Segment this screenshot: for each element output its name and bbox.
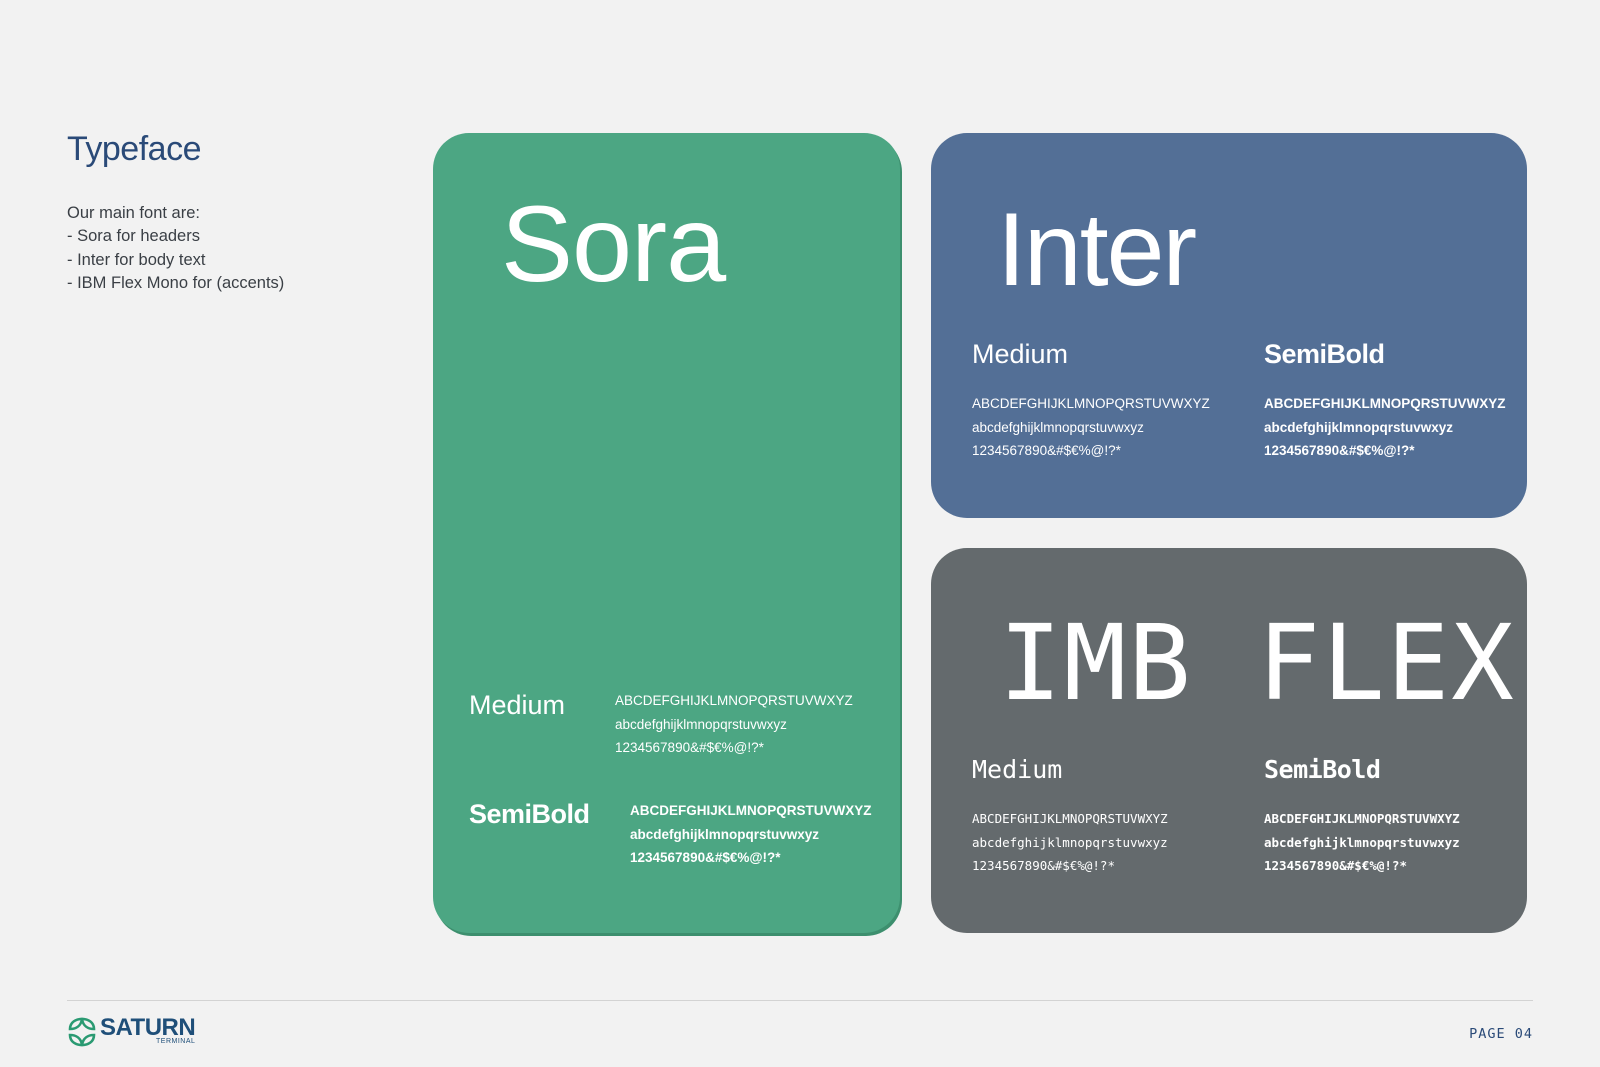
page-number: PAGE 04 [1469, 1026, 1533, 1042]
sora-medium-charset: ABCDEFGHIJKLMNOPQRSTUVWXYZ abcdefghijklm… [615, 689, 853, 760]
inter-semibold-charset: ABCDEFGHIJKLMNOPQRSTUVWXYZ abcdefghijklm… [1264, 392, 1506, 463]
inter-semibold-label: SemiBold [1264, 339, 1385, 369]
charset-digits: 1234567890&#$€%@!?* [972, 858, 1115, 873]
charset-upper: ABCDEFGHIJKLMNOPQRSTUVWXYZ [615, 693, 853, 708]
page-title: Typeface [67, 130, 201, 168]
charset-upper: ABCDEFGHIJKLMNOPQRSTUVWXYZ [1264, 396, 1506, 411]
mono-medium-charset: ABCDEFGHIJKLMNOPQRSTUVWXYZ abcdefghijklm… [972, 807, 1168, 878]
mono-medium-label: Medium [972, 755, 1063, 784]
inter-medium-charset: ABCDEFGHIJKLMNOPQRSTUVWXYZ abcdefghijklm… [972, 392, 1210, 463]
mono-font-card: IMB FLEX Medium ABCDEFGHIJKLMNOPQRSTUVWX… [931, 548, 1527, 933]
charset-digits: 1234567890&#$€%@!?* [1264, 443, 1415, 458]
charset-upper: ABCDEFGHIJKLMNOPQRSTUVWXYZ [972, 396, 1210, 411]
charset-digits: 1234567890&#$€%@!?* [1264, 858, 1407, 873]
charset-upper: ABCDEFGHIJKLMNOPQRSTUVWXYZ [1264, 811, 1460, 826]
logo-subtext: TERMINAL [156, 1038, 196, 1045]
intro-line: Our main font are: [67, 204, 200, 222]
intro-text: Our main font are: - Sora for headers - … [67, 202, 284, 295]
charset-lower: abcdefghijklmnopqrstuvwxyz [615, 716, 787, 732]
charset-lower: abcdefghijklmnopqrstuvwxyz [630, 826, 820, 842]
charset-digits: 1234567890&#$€%@!?* [615, 740, 764, 755]
charset-lower: abcdefghijklmnopqrstuvwxyz [1264, 419, 1454, 435]
intro-line: - Inter for body text [67, 250, 206, 269]
charset-upper: ABCDEFGHIJKLMNOPQRSTUVWXYZ [630, 803, 872, 818]
mono-semibold-label: SemiBold [1264, 755, 1381, 784]
sora-font-card: Sora Medium ABCDEFGHIJKLMNOPQRSTUVWXYZ a… [433, 133, 900, 933]
saturn-logo-icon [68, 1017, 96, 1047]
sora-medium-label: Medium [469, 690, 566, 720]
charset-digits: 1234567890&#$€%@!?* [972, 443, 1121, 458]
intro-line: - IBM Flex Mono for (accents) [67, 273, 285, 292]
charset-upper: ABCDEFGHIJKLMNOPQRSTUVWXYZ [972, 811, 1168, 826]
sora-semibold-label: SemiBold [469, 799, 590, 829]
mono-semibold-charset: ABCDEFGHIJKLMNOPQRSTUVWXYZ abcdefghijklm… [1264, 807, 1460, 878]
footer-divider [67, 1000, 1533, 1001]
charset-lower: abcdefghijklmnopqrstuvwxyz [972, 834, 1168, 850]
sora-font-name: Sora [501, 183, 726, 304]
sora-semibold-charset: ABCDEFGHIJKLMNOPQRSTUVWXYZ abcdefghijklm… [630, 799, 872, 870]
charset-digits: 1234567890&#$€%@!?* [630, 850, 781, 865]
charset-lower: abcdefghijklmnopqrstuvwxyz [1264, 834, 1460, 850]
intro-line: - Sora for headers [67, 227, 200, 246]
inter-font-card: Inter Medium ABCDEFGHIJKLMNOPQRSTUVWXYZ … [931, 133, 1527, 518]
inter-font-name: Inter [997, 192, 1197, 308]
mono-font-name: IMB FLEX [999, 602, 1516, 724]
charset-lower: abcdefghijklmnopqrstuvwxyz [972, 419, 1144, 435]
inter-medium-label: Medium [972, 339, 1069, 369]
